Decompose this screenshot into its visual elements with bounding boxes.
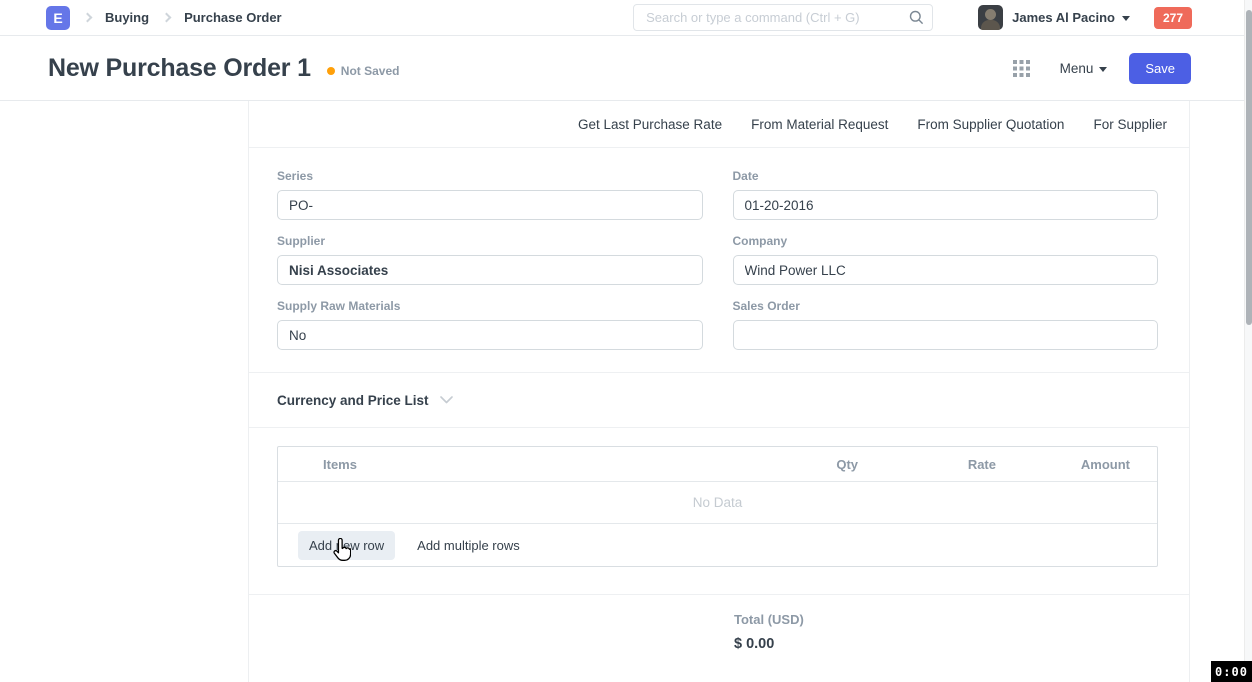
add-multiple-rows-button[interactable]: Add multiple rows <box>417 538 520 553</box>
page-header: New Purchase Order 1 Not Saved Menu Save <box>0 37 1252 101</box>
field-supply-raw-materials: Supply Raw Materials <box>277 299 703 350</box>
series-label: Series <box>277 169 703 183</box>
date-label: Date <box>733 169 1159 183</box>
header-actions: Menu Save <box>1013 53 1191 84</box>
chevron-down-icon <box>1099 67 1107 72</box>
total-value: $ 0.00 <box>734 636 1189 652</box>
user-name: James Al Pacino <box>1012 10 1115 25</box>
items-grid: Items Qty Rate Amount No Data Add new ro… <box>277 446 1158 567</box>
purchase-order-form: Series Date Supplier Company Supply Raw … <box>249 148 1189 373</box>
breadcrumb-buying[interactable]: Buying <box>105 10 149 25</box>
status-indicator: Not Saved <box>327 64 400 78</box>
column-rate: Rate <box>858 457 996 472</box>
for-supplier-link[interactable]: For Supplier <box>1093 117 1167 132</box>
field-date: Date <box>733 169 1159 220</box>
add-new-row-button[interactable]: Add new row <box>298 531 395 560</box>
search-input[interactable] <box>633 4 933 31</box>
items-grid-area: Items Qty Rate Amount No Data Add new ro… <box>249 428 1189 594</box>
items-grid-header: Items Qty Rate Amount <box>278 447 1157 482</box>
from-supplier-quotation-link[interactable]: From Supplier Quotation <box>917 117 1064 132</box>
page-title: New Purchase Order 1 <box>48 54 311 83</box>
field-series: Series <box>277 169 703 220</box>
section-title: Currency and Price List <box>277 393 429 408</box>
top-navbar: E Buying Purchase Order James Al Pacino … <box>0 0 1252 36</box>
company-label: Company <box>733 234 1159 248</box>
chevron-down-icon <box>1122 16 1130 21</box>
column-amount: Amount <box>996 457 1130 472</box>
form-panel: Get Last Purchase Rate From Material Req… <box>248 101 1190 682</box>
breadcrumb-purchase-order[interactable]: Purchase Order <box>184 10 282 25</box>
field-sales-order: Sales Order <box>733 299 1159 350</box>
from-material-request-link[interactable]: From Material Request <box>751 117 888 132</box>
supply-raw-materials-input[interactable] <box>277 320 703 350</box>
sales-order-label: Sales Order <box>733 299 1159 313</box>
user-menu[interactable]: James Al Pacino <box>1012 10 1130 25</box>
notification-count-badge[interactable]: 277 <box>1154 7 1192 29</box>
supplier-input[interactable] <box>277 255 703 285</box>
totals-section: Total (USD) $ 0.00 <box>249 594 1189 652</box>
status-dot-icon <box>327 67 335 75</box>
company-input[interactable] <box>733 255 1159 285</box>
date-input[interactable] <box>733 190 1159 220</box>
sales-order-input[interactable] <box>733 320 1159 350</box>
search-icon[interactable] <box>909 10 924 30</box>
status-text: Not Saved <box>341 64 400 78</box>
get-last-purchase-rate-link[interactable]: Get Last Purchase Rate <box>578 117 722 132</box>
breadcrumb-chevron-icon <box>83 13 93 23</box>
field-company: Company <box>733 234 1159 285</box>
items-grid-footer: Add new row Add multiple rows <box>278 524 1157 566</box>
breadcrumb-chevron-icon <box>162 13 172 23</box>
form-action-links: Get Last Purchase Rate From Material Req… <box>249 101 1189 148</box>
menu-label: Menu <box>1060 61 1094 76</box>
scrollbar-thumb[interactable] <box>1246 10 1252 325</box>
scrollbar-track[interactable] <box>1244 0 1252 682</box>
menu-button[interactable]: Menu <box>1060 61 1108 76</box>
chevron-down-icon <box>440 396 453 404</box>
column-items: Items <box>323 457 720 472</box>
user-avatar[interactable] <box>978 5 1003 30</box>
global-search <box>633 4 933 31</box>
total-label: Total (USD) <box>734 612 1189 627</box>
supply-raw-materials-label: Supply Raw Materials <box>277 299 703 313</box>
series-input[interactable] <box>277 190 703 220</box>
supplier-label: Supplier <box>277 234 703 248</box>
field-supplier: Supplier <box>277 234 703 285</box>
currency-price-list-section-toggle[interactable]: Currency and Price List <box>249 373 1189 428</box>
save-button[interactable]: Save <box>1129 53 1191 84</box>
no-data-row: No Data <box>278 482 1157 524</box>
recording-timer-badge: 0:00 <box>1211 661 1252 682</box>
column-qty: Qty <box>720 457 858 472</box>
app-logo[interactable]: E <box>46 6 70 30</box>
workspace-grid-icon[interactable] <box>1013 60 1030 77</box>
